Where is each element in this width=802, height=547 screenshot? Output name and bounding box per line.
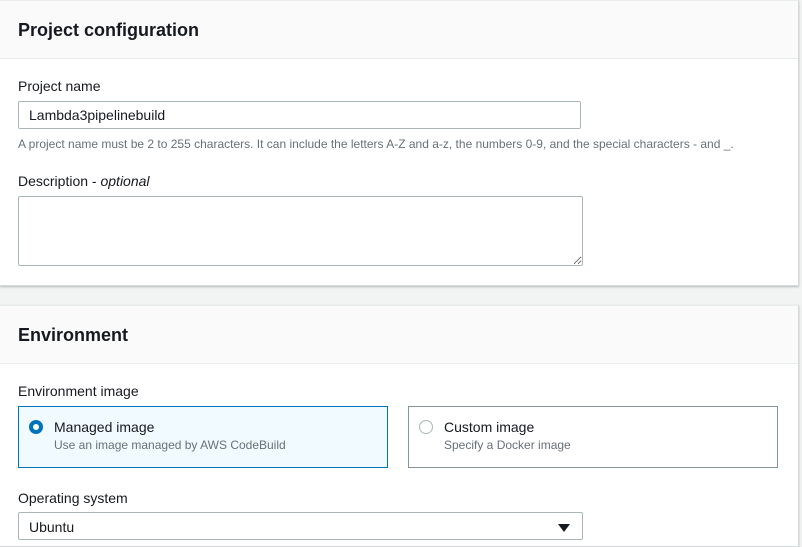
environment-heading: Environment [0,306,798,364]
custom-image-radio[interactable] [419,420,433,434]
environment-image-label: Environment image [18,383,139,399]
operating-system-value: Ubuntu [29,519,75,535]
project-name-input[interactable] [18,101,581,129]
managed-image-radio[interactable] [29,420,43,434]
description-label-text: Description [18,173,89,189]
managed-image-title: Managed image [54,419,155,435]
project-name-label: Project name [18,78,101,94]
operating-system-select[interactable]: Ubuntu [18,512,583,540]
description-label: Description - optional [18,173,150,189]
custom-image-description: Specify a Docker image [444,438,571,452]
managed-image-option[interactable]: Managed image Use an image managed by AW… [18,406,388,468]
environment-panel: Environment Environment image Managed im… [0,305,799,547]
operating-system-label: Operating system [18,490,128,506]
project-configuration-panel: Project configuration Project name A pro… [0,0,799,286]
optional-tag: optional [100,173,150,189]
custom-image-option[interactable]: Custom image Specify a Docker image [408,406,778,468]
custom-image-title: Custom image [444,419,535,435]
caret-down-icon [558,524,570,532]
project-name-hint: A project name must be 2 to 255 characte… [18,137,734,151]
project-configuration-heading: Project configuration [0,1,798,59]
managed-image-description: Use an image managed by AWS CodeBuild [54,438,286,452]
description-textarea[interactable] [18,196,583,266]
